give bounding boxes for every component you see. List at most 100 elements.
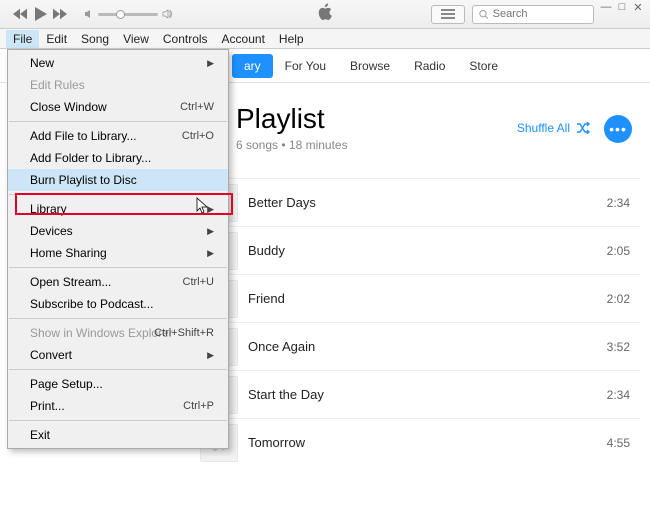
menu-controls[interactable]: Controls bbox=[156, 30, 215, 48]
tab-library[interactable]: ary bbox=[232, 54, 273, 78]
menu-shortcut: Ctrl+O bbox=[182, 130, 214, 142]
menu-item-label: Show in Windows Explorer bbox=[30, 326, 173, 340]
volume-slider[interactable] bbox=[98, 13, 158, 16]
menu-shortcut: Ctrl+Shift+R bbox=[154, 327, 214, 339]
menu-item-label: Edit Rules bbox=[30, 78, 85, 92]
submenu-arrow-icon: ▶ bbox=[207, 58, 214, 69]
menu-item-home-sharing[interactable]: Home Sharing▶ bbox=[8, 242, 228, 264]
menu-item-label: Devices bbox=[30, 224, 73, 238]
song-time: 2:02 bbox=[607, 292, 630, 306]
song-title: Friend bbox=[248, 291, 285, 306]
search-icon bbox=[479, 9, 489, 20]
menu-edit[interactable]: Edit bbox=[39, 30, 74, 48]
menu-account[interactable]: Account bbox=[215, 30, 272, 48]
minimize-button[interactable]: — bbox=[598, 0, 614, 14]
content-area: Playlist 6 songs • 18 minutes Shuffle Al… bbox=[200, 83, 640, 506]
submenu-arrow-icon: ▶ bbox=[207, 204, 214, 215]
apple-logo bbox=[317, 3, 333, 26]
menu-item-label: New bbox=[30, 56, 54, 70]
menu-separator bbox=[9, 194, 227, 195]
search-box[interactable] bbox=[472, 5, 594, 24]
shuffle-label: Shuffle All bbox=[517, 121, 570, 135]
song-title: Tomorrow bbox=[248, 435, 305, 450]
menu-item-subscribe-to-podcast[interactable]: Subscribe to Podcast... bbox=[8, 293, 228, 315]
volume-control[interactable] bbox=[84, 9, 172, 19]
menu-item-label: Library bbox=[30, 202, 67, 216]
song-title: Better Days bbox=[248, 195, 316, 210]
menu-separator bbox=[9, 318, 227, 319]
search-input[interactable] bbox=[493, 8, 587, 20]
volume-thumb[interactable] bbox=[116, 10, 125, 19]
song-row[interactable]: Better Days 2:34 bbox=[200, 178, 640, 226]
submenu-arrow-icon: ▶ bbox=[207, 226, 214, 237]
menu-shortcut: Ctrl+P bbox=[183, 400, 214, 412]
song-row[interactable]: Friend 2:02 bbox=[200, 274, 640, 322]
menu-item-label: Print... bbox=[30, 399, 65, 413]
song-title: Once Again bbox=[248, 339, 315, 354]
song-row[interactable]: Once Again 3:52 bbox=[200, 322, 640, 370]
menu-song[interactable]: Song bbox=[74, 30, 116, 48]
menu-item-library[interactable]: Library ▶ bbox=[8, 198, 228, 220]
shuffle-all-button[interactable]: Shuffle All bbox=[517, 121, 590, 135]
song-row[interactable]: Tomorrow 4:55 bbox=[200, 418, 640, 466]
song-list: Better Days 2:34 Buddy 2:05 Friend 2:02 Once A… bbox=[200, 178, 640, 466]
menu-item-page-setup[interactable]: Page Setup... bbox=[8, 373, 228, 395]
maximize-button[interactable]: □ bbox=[614, 0, 630, 14]
list-view-button[interactable] bbox=[431, 5, 465, 24]
playlist-meta: 6 songs • 18 minutes bbox=[236, 138, 640, 152]
song-time: 4:55 bbox=[607, 436, 630, 450]
menu-item-label: Convert bbox=[30, 348, 72, 362]
menu-item-label: Add Folder to Library... bbox=[30, 151, 151, 165]
song-time: 2:05 bbox=[607, 244, 630, 258]
song-row[interactable]: Start the Day2:34 bbox=[200, 370, 640, 418]
menu-separator bbox=[9, 267, 227, 268]
menu-view[interactable]: View bbox=[116, 30, 156, 48]
menu-item-open-stream[interactable]: Open Stream... Ctrl+U bbox=[8, 271, 228, 293]
song-time: 3:52 bbox=[607, 340, 630, 354]
menu-item-print[interactable]: Print... Ctrl+P bbox=[8, 395, 228, 417]
tab-radio[interactable]: Radio bbox=[402, 54, 457, 78]
play-button[interactable] bbox=[30, 4, 50, 24]
menu-item-show-in-windows-explorer: Show in Windows ExplorerCtrl+Shift+R bbox=[8, 322, 228, 344]
submenu-arrow-icon: ▶ bbox=[207, 350, 214, 361]
menu-item-convert[interactable]: Convert ▶ bbox=[8, 344, 228, 366]
song-title: Buddy bbox=[248, 243, 285, 258]
menu-item-edit-rules: Edit Rules bbox=[8, 74, 228, 96]
menu-item-new[interactable]: New ▶ bbox=[8, 52, 228, 74]
menu-item-close-window[interactable]: Close Window Ctrl+W bbox=[8, 96, 228, 118]
menu-separator bbox=[9, 121, 227, 122]
shuffle-icon bbox=[576, 122, 590, 134]
playlist-header: Playlist 6 songs • 18 minutes Shuffle Al… bbox=[200, 83, 640, 160]
menu-item-add-file-to-library[interactable]: Add File to Library... Ctrl+O bbox=[8, 125, 228, 147]
menubar: File Edit Song View Controls Account Hel… bbox=[0, 29, 650, 49]
file-menu-dropdown: New ▶ Edit Rules Close Window Ctrl+W Add File… bbox=[7, 49, 229, 449]
menu-file[interactable]: File bbox=[6, 30, 39, 48]
menu-item-label: Burn Playlist to Disc bbox=[30, 173, 137, 187]
menu-item-label: Open Stream... bbox=[30, 275, 111, 289]
menu-item-label: Close Window bbox=[30, 100, 107, 114]
menu-item-label: Add File to Library... bbox=[30, 129, 137, 143]
menu-item-devices[interactable]: Devices ▶ bbox=[8, 220, 228, 242]
tab-store[interactable]: Store bbox=[457, 54, 510, 78]
close-button[interactable]: ✕ bbox=[630, 0, 646, 14]
next-button[interactable] bbox=[50, 4, 70, 24]
menu-item-label: Exit bbox=[30, 428, 50, 442]
submenu-arrow-icon: ▶ bbox=[207, 248, 214, 259]
menu-item-exit[interactable]: Exit bbox=[8, 424, 228, 446]
window-controls: — □ ✕ bbox=[598, 0, 646, 14]
song-row[interactable]: Buddy 2:05 bbox=[200, 226, 640, 274]
menu-separator bbox=[9, 420, 227, 421]
song-time: 2:34 bbox=[607, 388, 630, 402]
menu-shortcut: Ctrl+U bbox=[183, 276, 214, 288]
previous-button[interactable] bbox=[10, 4, 30, 24]
tab-browse[interactable]: Browse bbox=[338, 54, 402, 78]
more-actions-button[interactable]: ••• bbox=[604, 115, 632, 143]
menu-item-add-folder-to-library[interactable]: Add Folder to Library... bbox=[8, 147, 228, 169]
menu-shortcut: Ctrl+W bbox=[180, 101, 214, 113]
song-time: 2:34 bbox=[607, 196, 630, 210]
menu-help[interactable]: Help bbox=[272, 30, 311, 48]
tab-for-you[interactable]: For You bbox=[273, 54, 338, 78]
menu-item-burn-playlist-to-disc[interactable]: Burn Playlist to Disc bbox=[8, 169, 228, 191]
menu-separator bbox=[9, 369, 227, 370]
menu-item-label: Subscribe to Podcast... bbox=[30, 297, 153, 311]
